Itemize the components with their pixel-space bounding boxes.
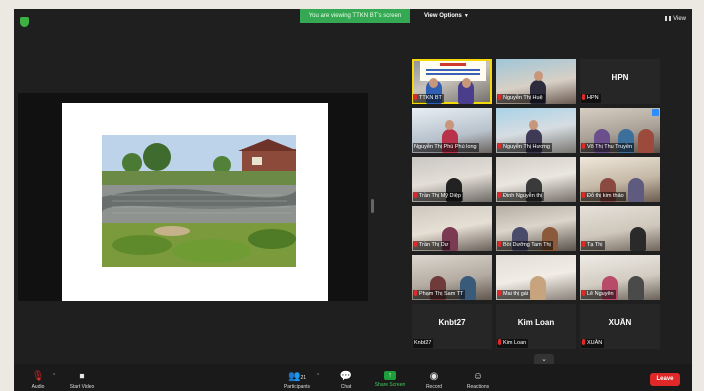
video-off-icon: ⏹ — [79, 371, 85, 382]
caret-up-icon[interactable]: ⌃ — [316, 373, 320, 379]
participant-name: Knbt27 — [413, 339, 434, 348]
muted-mic-icon — [498, 241, 501, 247]
participant-tile[interactable]: TTKN BT — [412, 59, 492, 104]
audio-label: Audio — [31, 384, 45, 390]
muted-mic-icon — [498, 143, 501, 149]
participant-tile[interactable]: Lê Nguyên — [580, 255, 660, 300]
view-options-button[interactable]: View Options ▼ — [416, 9, 477, 23]
record-circle-icon: ◉ — [429, 371, 439, 382]
participant-tile[interactable]: Mai thị gái — [496, 255, 576, 300]
participant-tile[interactable]: Đinh Nguyễn thị — [496, 157, 576, 202]
muted-mic-icon — [582, 241, 585, 247]
participant-name: Kim Loan — [497, 339, 529, 348]
caret-up-icon[interactable]: ⌃ — [52, 373, 56, 379]
participant-display-name: XUÂN — [608, 318, 632, 327]
participant-display-name: Knbt27 — [438, 318, 466, 327]
view-options-label: View Options — [424, 13, 462, 19]
participants-count: 21 — [300, 375, 306, 381]
participant-name: Võ Thị Thu Truyền — [581, 143, 635, 152]
participant-tile[interactable]: Nguyễn Thị Hương — [496, 108, 576, 153]
participant-name: Trần Thị Dư — [413, 241, 451, 250]
participant-name: TTKN BT — [413, 94, 444, 103]
participant-name: HPN — [581, 94, 601, 103]
video-on-icon — [652, 109, 659, 116]
record-label: Record — [425, 384, 443, 390]
participant-name: Nguyễn Thị Huệ — [497, 94, 545, 103]
audio-button[interactable]: 🎙 Audio ⌃ — [16, 371, 60, 390]
chat-button[interactable]: 💬 Chat — [324, 371, 368, 390]
muted-mic-icon — [498, 290, 501, 296]
participant-tile[interactable]: Tạ Thị — [580, 206, 660, 251]
participant-tile[interactable]: Trần Thị Dư — [412, 206, 492, 251]
participants-label: Participants — [283, 384, 311, 390]
zoom-meeting-window: You are viewing TTKN BT's screen View Op… — [14, 9, 692, 391]
muted-mic-icon — [582, 94, 585, 100]
participant-tile[interactable]: Kim Loan Kim Loan — [496, 304, 576, 349]
participant-name: Lê Nguyên — [581, 290, 616, 299]
share-screen-button[interactable]: ↑ Share Screen — [368, 371, 412, 388]
participant-display-name: HPN — [611, 73, 629, 82]
muted-mic-icon — [582, 143, 585, 149]
participant-name: Nguyễn Thị Hương — [497, 143, 552, 152]
participant-name: XUÂN — [581, 339, 605, 348]
encryption-shield-icon[interactable] — [20, 17, 29, 27]
garden-photo-image — [102, 135, 296, 267]
muted-mic-icon — [582, 192, 585, 198]
participant-tile[interactable]: Nguyễn Thị Huệ — [496, 59, 576, 104]
participant-tile[interactable]: Nguyễn Thị Phú Phú long — [412, 108, 492, 153]
view-label: View — [673, 16, 686, 23]
chevron-down-icon: ▼ — [463, 13, 469, 19]
participants-button[interactable]: 👥21 Participants ⌃ — [272, 371, 322, 390]
muted-mic-icon — [498, 94, 501, 100]
leave-button[interactable]: Leave — [650, 373, 680, 386]
participant-tile[interactable]: Võ Thị Thu Truyền — [580, 108, 660, 153]
muted-mic-icon — [498, 192, 501, 198]
muted-mic-icon — [414, 241, 417, 247]
start-video-label: Start Video — [69, 384, 95, 390]
reactions-button[interactable]: ☺ Reactions — [456, 371, 500, 390]
muted-mic-icon — [414, 192, 417, 198]
participant-name: Phạm Thị Sam TT — [413, 290, 466, 299]
participant-name: Bồi Dưỡng Tam Thị — [497, 241, 553, 250]
muted-mic-icon — [498, 339, 501, 345]
start-video-button[interactable]: ⏹ Start Video — [60, 371, 104, 390]
chat-bubble-icon: 💬 — [339, 371, 353, 382]
viewing-screen-banner: You are viewing TTKN BT's screen — [300, 9, 410, 23]
shared-screen — [18, 93, 368, 301]
participant-name: Trần Thị Mỹ Diệp — [413, 192, 463, 201]
participant-name: Tạ Thị — [581, 241, 605, 250]
muted-mic-icon — [414, 290, 417, 296]
participant-tile[interactable]: Đỗ thị kim thảo — [580, 157, 660, 202]
reactions-label: Reactions — [466, 384, 490, 390]
participant-tile[interactable]: Knbt27 Knbt27 — [412, 304, 492, 349]
participant-display-name: Kim Loan — [517, 318, 555, 327]
participant-name: Nguyễn Thị Phú Phú long — [413, 143, 479, 152]
muted-mic-icon — [582, 339, 585, 345]
participant-name: Mai thị gái — [497, 290, 531, 299]
share-screen-label: Share Screen — [374, 382, 406, 388]
record-button[interactable]: ◉ Record — [412, 371, 456, 390]
grid-view-icon — [665, 16, 672, 21]
participant-tile[interactable]: Phạm Thị Sam TT — [412, 255, 492, 300]
participant-tile[interactable]: Bồi Dưỡng Tam Thị — [496, 206, 576, 251]
slide-photo — [102, 135, 296, 267]
participants-icon: 👥21 — [287, 371, 306, 382]
view-button[interactable]: View — [665, 16, 686, 22]
smiley-plus-icon: ☺ — [472, 371, 484, 382]
participant-name: Đinh Nguyễn thị — [497, 192, 545, 201]
participant-gallery: TTKN BT Nguyễn Thị Huệ HPN HPN Nguyễn Th… — [412, 59, 660, 349]
participant-tile[interactable]: HPN HPN — [580, 59, 660, 104]
shared-slide — [62, 103, 328, 301]
muted-mic-icon — [414, 94, 417, 100]
share-screen-arrow-icon: ↑ — [384, 371, 396, 380]
muted-mic-icon — [582, 290, 585, 296]
chat-label: Chat — [340, 384, 352, 390]
participant-tile[interactable]: Trần Thị Mỹ Diệp — [412, 157, 492, 202]
participant-name: Đỗ thị kim thảo — [581, 192, 626, 201]
participant-tile[interactable]: XUÂN XUÂN — [580, 304, 660, 349]
splitter-drag-handle[interactable] — [371, 199, 374, 213]
meeting-toolbar: 🎙 Audio ⌃ ⏹ Start Video 👥21 Participants… — [14, 364, 692, 391]
chevron-down-icon: ⌄ — [541, 356, 547, 363]
